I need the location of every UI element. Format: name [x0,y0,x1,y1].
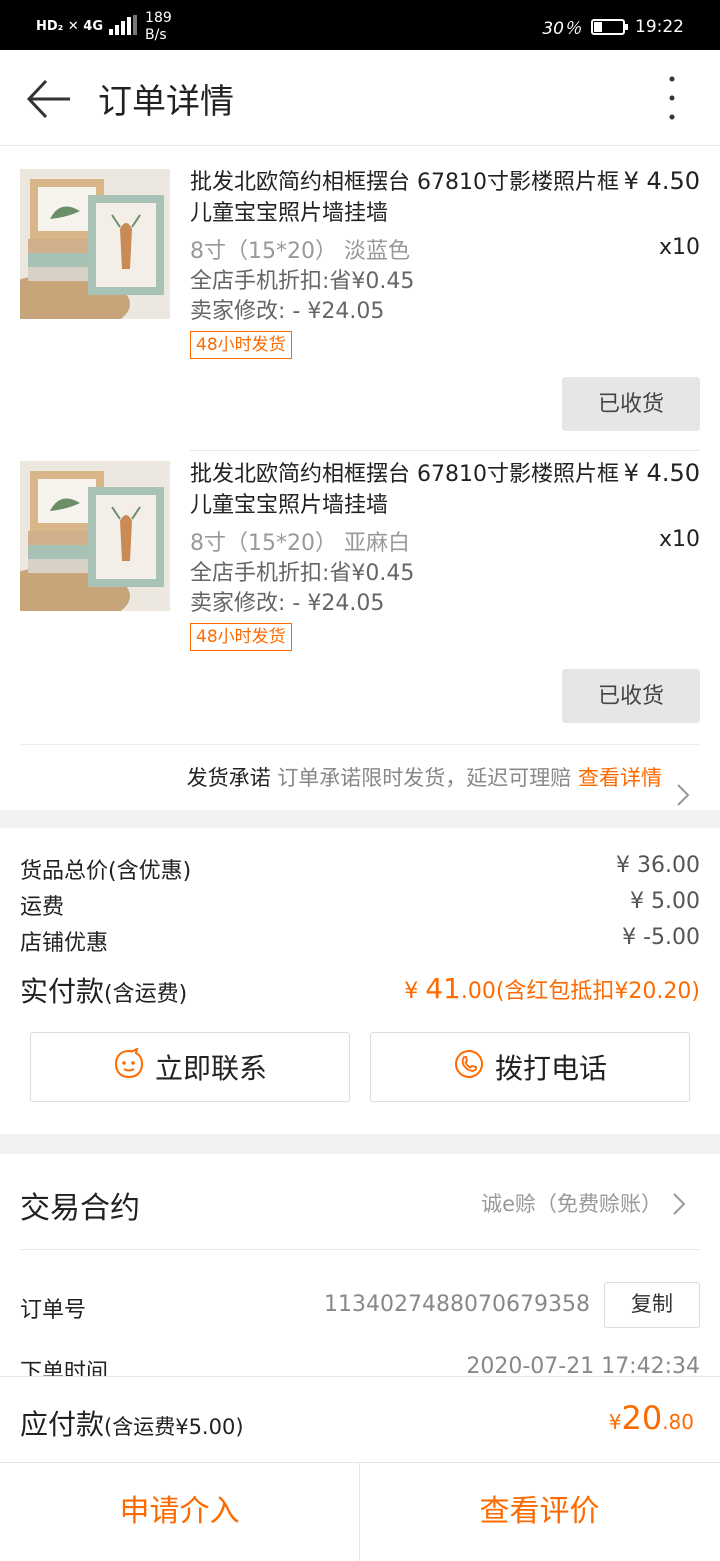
clock: 19:22 [635,16,684,37]
section-gap [0,810,720,828]
network-indicator: HD₂ ✕ 4G [36,19,104,34]
phone-icon [453,1048,485,1087]
copy-button[interactable]: 复制 [604,1282,700,1328]
payable-value: ¥20.80 [609,1399,694,1437]
divider [20,1249,700,1250]
signal-icon [109,15,139,39]
goods-total-value: ¥ 36.00 [616,853,700,878]
payable-label-wrap: 应付款(含运费¥5.00) [20,1403,244,1443]
status-bar: HD₂ ✕ 4G 189 B/s 30％ 19:22 [0,0,720,50]
product-spec: 8寸（15*20） 亚麻白 [190,531,410,556]
order-number-value: 1134027488070679358 [324,1292,590,1317]
apply-intervention-button[interactable]: 申请介入 [0,1463,359,1561]
shipping-tag: 48小时发货 [190,331,292,359]
order-item[interactable]: 批发北欧简约相框摆台 67810寸影楼照片框 儿童宝宝照片墙挂墙 ¥ 4.50 … [0,439,720,731]
chat-icon [113,1046,145,1087]
goods-total-label: 货品总价(含优惠) [20,859,192,884]
payable-currency: ¥ [608,1410,622,1434]
product-image[interactable] [20,461,170,611]
shipping-promise-row[interactable]: 发货承诺 订单承诺限时发货，延迟可理赔 查看详情 [20,744,700,810]
product-discount: 全店手机折扣:省¥0.45 [190,269,415,294]
paid-int: 41 [425,972,461,1005]
paid-dec: .00 [460,979,496,1004]
goods-total-row: 货品总价(含优惠) ¥ 36.00 [20,853,700,885]
shop-discount-label: 店铺优惠 [20,931,109,956]
payable-label: 应付款 [20,1408,105,1441]
paid-currency: ¥ [404,979,419,1004]
payable-int: 20 [621,1399,663,1437]
product-image[interactable] [20,169,170,319]
freight-label: 运费 [20,895,65,920]
seller-modification: 卖家修改: - ¥24.05 [190,591,385,616]
network-speed-value: 189 [145,10,172,26]
product-price: ¥ 4.50 [623,167,700,195]
trade-contract-value: 诚e赊（免费赊账） [481,1192,662,1216]
product-discount: 全店手机折扣:省¥0.45 [190,561,415,586]
network-speed: 189 B/s [145,10,172,44]
paid-note: (含红包抵扣 [495,979,615,1004]
order-item[interactable]: 批发北欧简约相框摆台 67810寸影楼照片框 儿童宝宝照片墙挂墙 ¥ 4.50 … [0,147,720,439]
product-name[interactable]: 批发北欧简约相框摆台 67810寸影楼照片框 儿童宝宝照片墙挂墙 [190,167,620,229]
view-review-button[interactable]: 查看评价 [360,1463,719,1561]
promise-label: 发货承诺 [186,766,271,790]
more-menu-icon[interactable] [660,74,684,124]
paid-note-end: ) [691,979,700,1004]
battery-percent: 30％ [542,19,581,39]
payable-label-sub: (含运费¥5.00) [104,1415,244,1439]
payable-dec: .80 [662,1410,694,1434]
order-number-label: 订单号 [20,1298,87,1323]
shop-discount-row: 店铺优惠 ¥ -5.00 [20,925,700,957]
product-quantity: x10 [658,527,700,552]
shop-discount-value: ¥ -5.00 [622,925,700,950]
received-button[interactable]: 已收货 [562,377,700,431]
promise-text: 订单承诺限时发货，延迟可理赔 [277,766,572,790]
freight-row: 运费 ¥ 5.00 [20,889,700,921]
seller-modification: 卖家修改: - ¥24.05 [190,299,385,324]
call-phone-button[interactable]: 拨打电话 [370,1032,690,1102]
paid-note-value: ¥20.20 [614,979,692,1004]
contact-now-button[interactable]: 立即联系 [30,1032,350,1102]
network-speed-unit: B/s [145,27,167,43]
promise-details-link[interactable]: 查看详情 [578,766,662,790]
product-price: ¥ 4.50 [623,459,700,487]
shipping-tag: 48小时发货 [190,623,292,651]
trade-contract-title: 交易合约 [20,1191,140,1226]
payable-bar: 应付款(含运费¥5.00) ¥20.80 [0,1376,720,1462]
contact-now-label: 立即联系 [154,1052,267,1085]
paid-label: 实付款 [20,975,105,1008]
paid-amount-row: 实付款(含运费) ¥ 41.00(含红包抵扣¥20.20) [20,970,700,1010]
page-title: 订单详情 [98,82,234,122]
product-spec: 8寸（15*20） 淡蓝色 [190,239,410,264]
freight-value: ¥ 5.00 [630,889,700,914]
back-arrow-icon[interactable] [26,76,72,122]
chevron-right-icon [672,1192,686,1220]
bottom-action-bar: 申请介入 查看评价 [0,1462,720,1561]
section-gap [0,1134,720,1154]
nav-header: 订单详情 [0,50,720,146]
battery-icon [591,18,628,35]
product-quantity: x10 [658,235,700,260]
battery-fill [594,21,602,32]
product-name[interactable]: 批发北欧简约相框摆台 67810寸影楼照片框 儿童宝宝照片墙挂墙 [190,459,620,521]
paid-value: ¥ 41.00(含红包抵扣¥20.20) [404,972,700,1005]
paid-label-sub: (含运费) [104,982,188,1007]
call-phone-label: 拨打电话 [494,1052,607,1085]
received-button[interactable]: 已收货 [562,669,700,723]
